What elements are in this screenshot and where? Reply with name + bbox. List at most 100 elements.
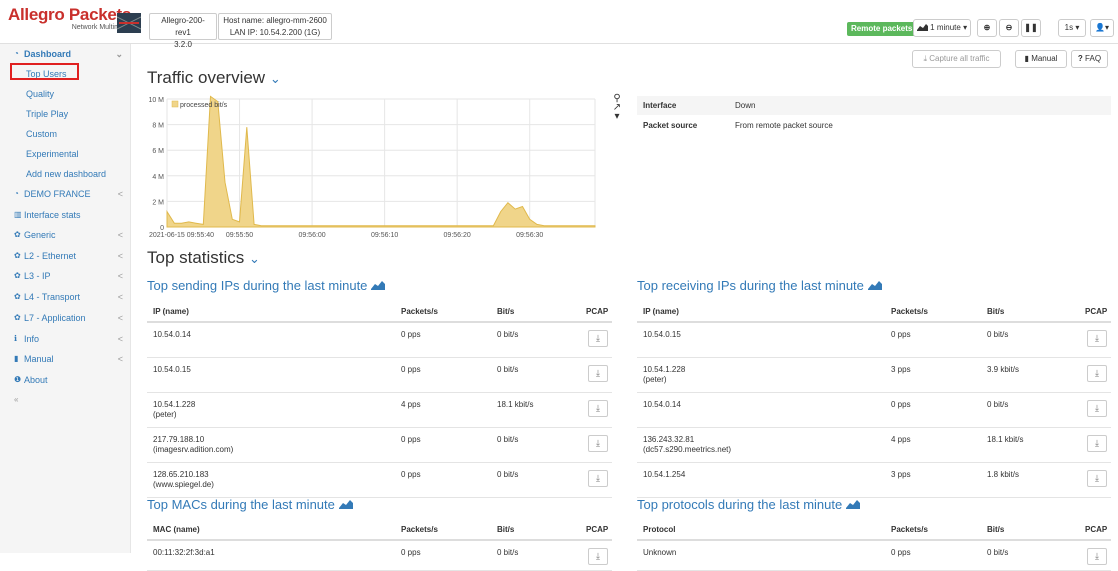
column-header[interactable]: Packets/s bbox=[891, 307, 928, 316]
sidebar-item-demo-france[interactable]: ◔ DEMO FRANCE < bbox=[0, 184, 131, 204]
sidebar-item-experimental[interactable]: Experimental bbox=[0, 144, 131, 164]
sidebar-item-custom[interactable]: Custom bbox=[0, 124, 131, 144]
pause-button[interactable]: ❚❚ bbox=[1021, 19, 1041, 37]
zoom-out-icon: ⊖ bbox=[1005, 23, 1013, 32]
sidebar-item-generic[interactable]: ✿ Generic < bbox=[0, 225, 131, 245]
top-protocols-title[interactable]: Top protocols during the last minute bbox=[637, 497, 860, 512]
ip-link[interactable]: 217.79.188.10 bbox=[153, 435, 204, 445]
sidebar-item-l4-transport[interactable]: ✿ L4 - Transport < bbox=[0, 287, 131, 307]
refresh-rate-label: 1s bbox=[1064, 23, 1074, 32]
zoom-in-button[interactable]: ⊕ bbox=[977, 19, 997, 37]
column-header[interactable]: Packets/s bbox=[891, 525, 928, 534]
ip-link[interactable]: 10.54.0.14 bbox=[153, 330, 191, 340]
sidebar-item-manual[interactable]: ▮ Manual < bbox=[0, 349, 131, 369]
pause-icon: ❚❚ bbox=[1024, 23, 1038, 32]
top-bar: Allegro Packets Network Multimeter Alleg… bbox=[0, 0, 1118, 49]
chart-zoom-controls: ⚲ ↗ ▾ bbox=[612, 94, 622, 122]
pcap-download-button[interactable]: ⤓ bbox=[1087, 548, 1107, 565]
packet-source-link[interactable]: From remote packet source bbox=[735, 121, 833, 131]
caret-down-icon: ▾ bbox=[1104, 23, 1109, 32]
sidebar-item-l2-ethernet[interactable]: ✿ L2 - Ethernet < bbox=[0, 246, 131, 266]
pcap-download-button[interactable]: ⤓ bbox=[588, 470, 608, 487]
info-circle-icon: ❶ bbox=[14, 375, 22, 384]
sidebar-item-add-dashboard[interactable]: Add new dashboard bbox=[0, 164, 131, 184]
ip-link[interactable]: 10.54.0.15 bbox=[643, 330, 681, 340]
capture-all-traffic-button[interactable]: ⤓ Capture all traffic bbox=[912, 50, 1001, 68]
column-header[interactable]: IP (name) bbox=[643, 307, 679, 316]
column-header[interactable]: PCAP bbox=[1085, 525, 1107, 534]
area-chart-icon[interactable] bbox=[867, 278, 882, 293]
sidebar-item-info[interactable]: ℹ Info < bbox=[0, 329, 131, 349]
column-header[interactable]: Protocol bbox=[643, 525, 675, 534]
column-header[interactable]: Packets/s bbox=[401, 307, 438, 316]
sidebar-item-quality[interactable]: Quality bbox=[0, 84, 131, 104]
area-chart-icon[interactable] bbox=[371, 278, 386, 293]
bits-per-second: 1.8 kbit/s bbox=[987, 470, 1020, 479]
sidebar: ◔ Dashboard ⌄ Top Users Quality Triple P… bbox=[0, 44, 131, 553]
user-menu-button[interactable]: 👤▾ bbox=[1090, 19, 1114, 37]
pcap-download-button[interactable]: ⤓ bbox=[588, 365, 608, 382]
top-macs-title[interactable]: Top MACs during the last minute bbox=[147, 497, 353, 512]
column-header[interactable]: MAC (name) bbox=[153, 525, 200, 534]
pcap-download-button[interactable]: ⤓ bbox=[588, 330, 608, 347]
sidebar-item-triple-play[interactable]: Triple Play bbox=[0, 104, 131, 124]
pcap-download-button[interactable]: ⤓ bbox=[1087, 330, 1107, 347]
ip-link[interactable]: 10.54.1.228 bbox=[643, 365, 685, 375]
caret-down-icon[interactable]: ▾ bbox=[612, 112, 622, 122]
manual-button[interactable]: ▮ Manual bbox=[1015, 50, 1067, 68]
pcap-download-button[interactable]: ⤓ bbox=[1087, 435, 1107, 452]
sidebar-collapse-button[interactable]: « bbox=[0, 390, 131, 410]
column-header[interactable]: Packets/s bbox=[401, 525, 438, 534]
sidebar-item-l3-ip[interactable]: ✿ L3 - IP < bbox=[0, 266, 131, 286]
area-chart-icon[interactable] bbox=[338, 497, 353, 512]
top-statistics-title[interactable]: Top statistics ⌄ bbox=[147, 248, 260, 268]
y-tick-label: 4 M bbox=[152, 174, 164, 181]
pcap-download-button[interactable]: ⤓ bbox=[588, 400, 608, 417]
sidebar-item-interface-stats[interactable]: ▥ Interface stats bbox=[0, 205, 131, 225]
lan-ip: LAN IP: 10.54.2.200 (1G) bbox=[229, 28, 321, 37]
legend-label: processed bit/s bbox=[180, 102, 228, 109]
ip-link[interactable]: 10.54.0.15 bbox=[153, 365, 191, 375]
column-header[interactable]: IP (name) bbox=[153, 307, 189, 316]
column-header[interactable]: Bit/s bbox=[497, 525, 514, 534]
refresh-rate-dropdown[interactable]: 1s ▾ bbox=[1058, 19, 1086, 37]
gear-icon: ✿ bbox=[14, 292, 21, 301]
ip-link[interactable]: 136.243.32.81 bbox=[643, 435, 694, 445]
table-row: 00:11:32:2f:3d:a1 0 pps 0 bit/s ⤓ bbox=[147, 541, 612, 571]
faq-button[interactable]: ? FAQ bbox=[1071, 50, 1108, 68]
top-receiving-ips-title[interactable]: Top receiving IPs during the last minute bbox=[637, 278, 882, 293]
area-chart-icon[interactable] bbox=[845, 497, 860, 512]
protocol-link[interactable]: Unknown bbox=[643, 548, 676, 558]
table-row: 217.79.188.10 (imagesrv.adition.com) 0 pps… bbox=[147, 428, 612, 463]
sidebar-item-about[interactable]: ❶ About bbox=[0, 370, 131, 390]
table-row: 10.54.0.15 0 pps 0 bit/s ⤓ bbox=[637, 323, 1111, 358]
top-sending-ips-title[interactable]: Top sending IPs during the last minute bbox=[147, 278, 386, 293]
pcap-download-button[interactable]: ⤓ bbox=[1087, 400, 1107, 417]
sidebar-item-l7-application[interactable]: ✿ L7 - Application < bbox=[0, 308, 131, 328]
download-icon: ⤓ bbox=[596, 438, 600, 448]
gear-icon: ✿ bbox=[14, 271, 21, 280]
pcap-download-button[interactable]: ⤓ bbox=[1087, 365, 1107, 382]
ip-link[interactable]: 10.54.0.14 bbox=[643, 400, 681, 410]
gear-icon: ✿ bbox=[14, 251, 21, 260]
column-header[interactable]: Bit/s bbox=[987, 525, 1004, 534]
sidebar-item-dashboard[interactable]: ◔ Dashboard ⌄ bbox=[0, 44, 131, 64]
pcap-download-button[interactable]: ⤓ bbox=[588, 435, 608, 452]
mac-link[interactable]: 00:11:32:2f:3d:a1 bbox=[153, 548, 215, 558]
pcap-download-button[interactable]: ⤓ bbox=[588, 548, 608, 565]
column-header[interactable]: Bit/s bbox=[987, 307, 1004, 316]
column-header[interactable]: PCAP bbox=[586, 525, 608, 534]
traffic-overview-title[interactable]: Traffic overview ⌄ bbox=[147, 68, 281, 88]
ip-link[interactable]: 10.54.1.228 bbox=[153, 400, 195, 410]
ip-link[interactable]: 128.65.210.183 bbox=[153, 470, 209, 480]
column-header[interactable]: Bit/s bbox=[497, 307, 514, 316]
pcap-download-button[interactable]: ⤓ bbox=[1087, 470, 1107, 487]
traffic-chart[interactable]: 10 M 8 M 6 M 4 M 2 M 0 2021-06-15 09:55:40 09:… bbox=[135, 94, 601, 244]
question-icon: ? bbox=[1077, 54, 1083, 63]
column-header[interactable]: PCAP bbox=[586, 307, 608, 316]
bits-per-second: 18.1 kbit/s bbox=[987, 435, 1024, 444]
ip-link[interactable]: 10.54.1.254 bbox=[643, 470, 685, 480]
zoom-out-button[interactable]: ⊖ bbox=[999, 19, 1019, 37]
column-header[interactable]: PCAP bbox=[1085, 307, 1107, 316]
time-range-dropdown[interactable]: 1 minute ▾ bbox=[913, 19, 971, 37]
